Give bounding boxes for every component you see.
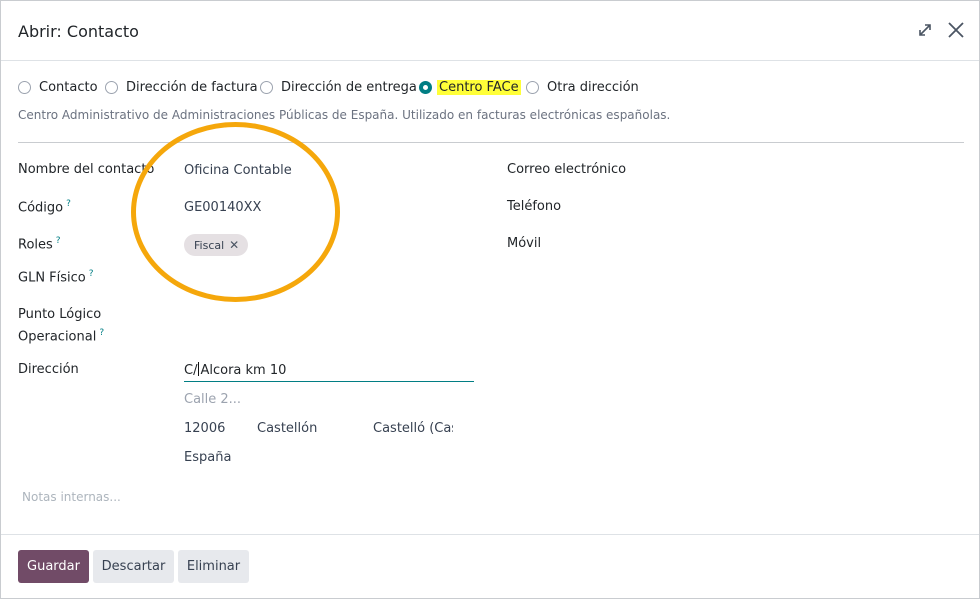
footer-divider	[1, 534, 979, 535]
country-select[interactable]: España	[184, 450, 231, 465]
section-divider	[18, 142, 964, 143]
save-button[interactable]: Guardar	[18, 550, 89, 583]
mobile-label: Móvil	[507, 236, 542, 251]
punto-logico-label-text: Operacional	[18, 329, 97, 345]
code-label-text: Código	[18, 200, 64, 216]
close-icon[interactable]	[945, 19, 967, 41]
roles-label-text: Roles	[18, 237, 53, 253]
dialog-title: Abrir: Contacto	[18, 22, 139, 41]
expand-arrows-icon[interactable]	[914, 19, 936, 41]
discard-button[interactable]: Descartar	[93, 550, 174, 583]
help-tooltip-icon[interactable]: ?	[99, 328, 104, 338]
code-label: Código?	[18, 199, 71, 215]
delete-button[interactable]: Eliminar	[178, 550, 249, 583]
radio-circle-checked[interactable]	[419, 81, 432, 94]
radio-circle[interactable]	[18, 81, 31, 94]
role-tag-label: Fiscal	[194, 239, 225, 252]
zip-input[interactable]: 12006	[184, 421, 225, 436]
gln-label-text: GLN Físico	[18, 270, 86, 286]
contact-name-field[interactable]: Oficina Contable	[184, 163, 292, 178]
street-text-before-caret: C/	[184, 363, 198, 378]
address-label: Dirección	[18, 362, 79, 377]
role-tag: Fiscal ✕	[184, 234, 249, 256]
radio-circle[interactable]	[260, 81, 273, 94]
phone-label: Teléfono	[507, 199, 562, 214]
radio-label-highlighted: Centro FACe	[437, 80, 521, 95]
contact-name-label: Nombre del contacto	[18, 162, 155, 177]
street-input[interactable]: C/Alcora km 10	[184, 362, 474, 382]
radio-label: Otra dirección	[547, 80, 639, 95]
help-tooltip-icon[interactable]: ?	[66, 199, 71, 209]
punto-logico-label-line1: Punto Lógico	[18, 307, 102, 322]
radio-circle[interactable]	[105, 81, 118, 94]
radio-label: Contacto	[39, 80, 98, 95]
help-tooltip-icon[interactable]: ?	[56, 236, 61, 246]
gln-label: GLN Físico?	[18, 269, 94, 285]
state-select[interactable]: Castelló (Cas	[373, 421, 453, 436]
email-label: Correo electrónico	[507, 162, 627, 177]
punto-logico-label-line2: Operacional?	[18, 328, 104, 344]
radio-circle[interactable]	[526, 81, 539, 94]
address-type-description: Centro Administrativo de Administracione…	[18, 108, 671, 122]
street2-input[interactable]: Calle 2...	[184, 392, 241, 407]
city-input[interactable]: Castellón	[257, 421, 317, 436]
help-tooltip-icon[interactable]: ?	[89, 269, 94, 279]
street-text-after-caret: Alcora km 10	[200, 363, 287, 378]
internal-notes-field[interactable]: Notas internas...	[22, 490, 121, 504]
contact-dialog: Abrir: Contacto Contacto Dirección de fa…	[0, 0, 980, 599]
dialog-header: Abrir: Contacto	[1, 1, 979, 61]
radio-label: Dirección de factura	[126, 80, 258, 95]
radio-label: Dirección de entrega	[281, 80, 417, 95]
code-field[interactable]: GE00140XX	[184, 200, 261, 215]
remove-tag-icon[interactable]: ✕	[229, 238, 239, 252]
roles-label: Roles?	[18, 236, 61, 252]
